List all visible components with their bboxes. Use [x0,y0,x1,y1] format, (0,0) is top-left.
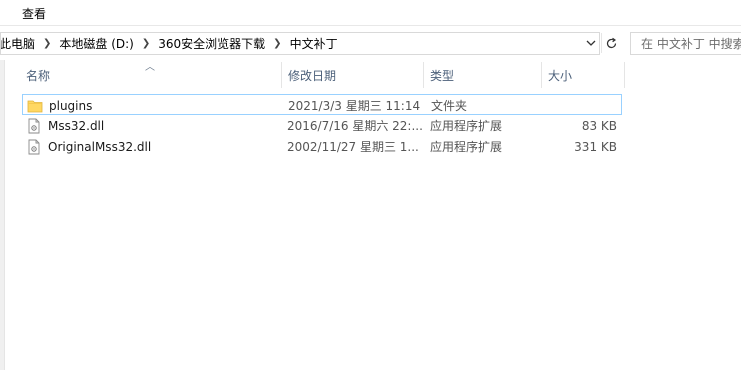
address-row: 此电脑 ❯ 本地磁盘 (D:) ❯ 360安全浏览器下载 ❯ 中文补丁 在 中文… [0,30,741,58]
file-row[interactable]: plugins 2021/3/3 星期三 11:14 文件夹 [22,94,622,115]
column-header-date-modified[interactable]: 修改日期 [282,62,424,88]
chevron-right-icon[interactable]: ❯ [267,38,287,49]
file-name: Mss32.dll [48,118,105,133]
refresh-icon [606,37,617,48]
file-date: 2002/11/27 星期三 1... [287,140,419,154]
file-row[interactable]: OriginalMss32.dll 2002/11/27 星期三 1... 应用… [22,136,622,157]
file-name: OriginalMss32.dll [48,139,152,154]
search-placeholder: 在 中文补丁 中搜索 [641,37,741,51]
dll-file-icon [26,139,42,155]
file-name: plugins [49,98,93,113]
address-bar[interactable]: 此电脑 ❯ 本地磁盘 (D:) ❯ 360安全浏览器下载 ❯ 中文补丁 [0,32,600,55]
file-size: 83 KB [581,118,617,133]
file-date: 2016/7/16 星期六 22:... [287,119,423,133]
address-history-button[interactable] [582,33,600,53]
file-row[interactable]: Mss32.dll 2016/7/16 星期六 22:... 应用程序扩展 83… [22,115,622,136]
menu-view[interactable]: 查看 [22,5,46,22]
file-name-cell: Mss32.dll [26,115,282,136]
column-header-size[interactable]: 大小 [542,62,625,88]
file-size [545,95,618,116]
file-type: 应用程序扩展 [430,140,503,154]
folder-icon [27,98,43,114]
search-input[interactable]: 在 中文补丁 中搜索 [630,32,741,55]
navigation-pane-edge [0,60,5,370]
file-list: plugins 2021/3/3 星期三 11:14 文件夹 Mss32.dll… [22,94,622,157]
breadcrumb-this-pc[interactable]: 此电脑 [1,35,37,52]
chevron-right-icon[interactable]: ❯ [136,38,156,49]
menu-bar: 查看 [0,0,741,26]
column-header-type[interactable]: 类型 [424,62,542,88]
chevron-right-icon[interactable]: ❯ [37,38,57,49]
refresh-button[interactable] [601,33,621,53]
breadcrumb-download-folder[interactable]: 360安全浏览器下载 [156,35,267,52]
file-type: 应用程序扩展 [430,119,503,133]
breadcrumb-current-folder[interactable]: 中文补丁 [288,35,340,52]
dll-file-icon [26,118,42,134]
file-date: 2021/3/3 星期三 11:14 [288,99,421,113]
file-type: 文件夹 [431,99,468,113]
column-header-name[interactable]: 名称 [20,62,282,88]
file-name-cell: OriginalMss32.dll [26,136,282,157]
column-header-row: ︿ 名称 修改日期 类型 大小 [20,62,625,88]
file-size: 331 KB [574,139,617,154]
file-name-cell: plugins [27,95,283,116]
breadcrumb-drive-d[interactable]: 本地磁盘 (D:) [57,35,135,52]
chevron-down-icon [586,40,596,46]
